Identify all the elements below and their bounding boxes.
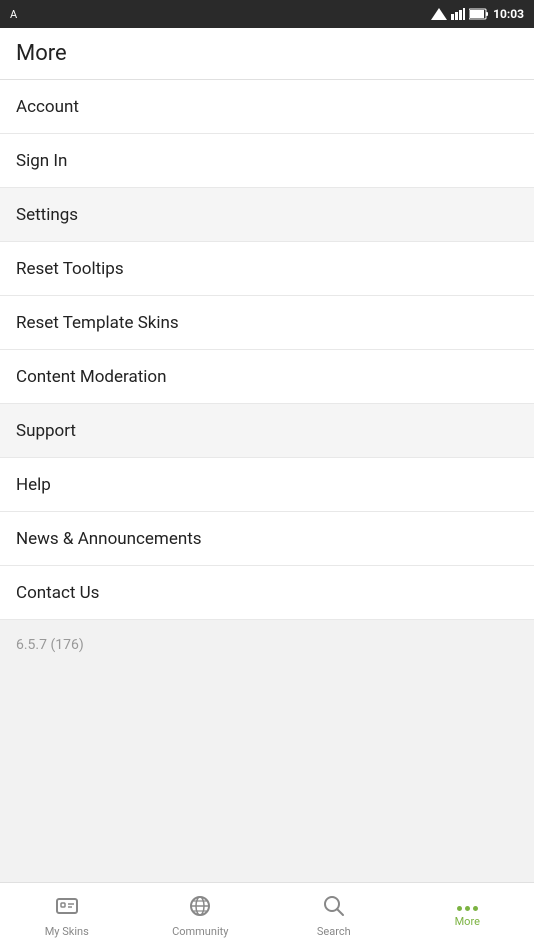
- menu-list: Account Sign In Settings Reset Tooltips …: [0, 80, 534, 620]
- nav-item-search[interactable]: Search: [267, 883, 401, 950]
- nav-item-more[interactable]: More: [401, 883, 534, 950]
- version-area: 6.5.7 (176): [0, 620, 534, 882]
- nav-item-community[interactable]: Community: [134, 883, 268, 950]
- status-bar-right: 10:03: [431, 7, 524, 21]
- more-icon: [457, 906, 478, 911]
- bottom-nav: My Skins Community Search: [0, 882, 534, 950]
- version-text: 6.5.7 (176): [16, 637, 84, 653]
- content-area: Account Sign In Settings Reset Tooltips …: [0, 80, 534, 882]
- search-icon: [323, 895, 345, 921]
- time-display: 10:03: [493, 7, 524, 21]
- nav-item-my-skins[interactable]: My Skins: [0, 883, 134, 950]
- status-bar: A 10:03: [0, 0, 534, 28]
- nav-label-my-skins: My Skins: [45, 925, 89, 938]
- menu-item-reset-tooltips[interactable]: Reset Tooltips: [0, 242, 534, 296]
- nav-label-more: More: [455, 915, 480, 928]
- menu-item-sign-in[interactable]: Sign In: [0, 134, 534, 188]
- nav-label-community: Community: [172, 925, 228, 938]
- status-bar-left: A: [10, 8, 17, 21]
- menu-item-reset-template-skins[interactable]: Reset Template Skins: [0, 296, 534, 350]
- menu-item-contact-us[interactable]: Contact Us: [0, 566, 534, 620]
- menu-item-settings[interactable]: Settings: [0, 188, 534, 242]
- community-icon: [189, 895, 211, 921]
- wifi-icon: [451, 8, 465, 20]
- signal-icon: [431, 8, 447, 20]
- menu-item-content-moderation[interactable]: Content Moderation: [0, 350, 534, 404]
- menu-item-news-announcements[interactable]: News & Announcements: [0, 512, 534, 566]
- menu-item-account[interactable]: Account: [0, 80, 534, 134]
- page-title: More: [16, 41, 67, 66]
- page-title-bar: More: [0, 28, 534, 80]
- app-icon: A: [10, 8, 17, 21]
- menu-item-support[interactable]: Support: [0, 404, 534, 458]
- nav-label-search: Search: [317, 925, 351, 938]
- battery-icon: [469, 8, 489, 20]
- my-skins-icon: [55, 895, 79, 921]
- menu-item-help[interactable]: Help: [0, 458, 534, 512]
